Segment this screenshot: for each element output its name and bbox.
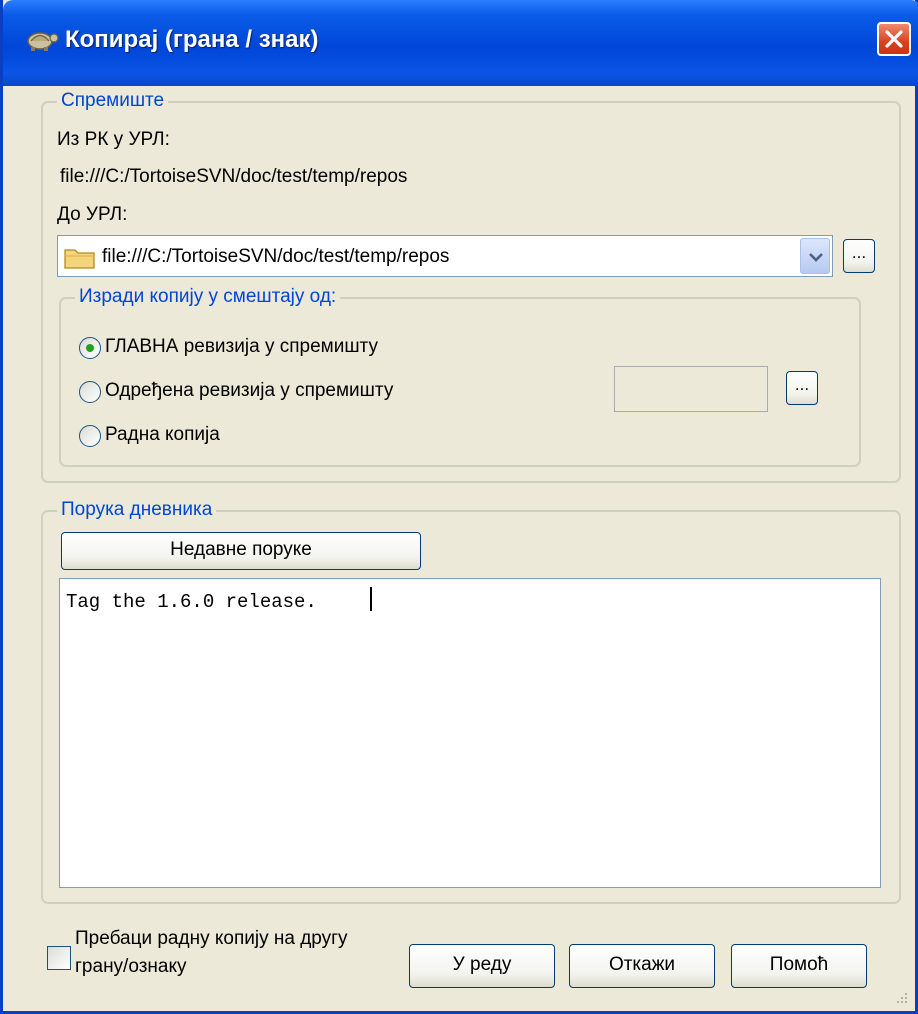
copy-dialog: Копирај (грана / знак) Спремиште Из РК у…: [0, 0, 918, 1014]
radio-selected-dot: [86, 344, 94, 352]
ok-button[interactable]: У реду: [409, 944, 555, 988]
resize-grip-icon[interactable]: [893, 989, 909, 1005]
text-caret: [370, 587, 372, 611]
radio-head-revision-label[interactable]: ГЛАВНА ревизија у спремишту: [105, 336, 378, 358]
chevron-down-icon: [809, 253, 823, 262]
radio-head-revision[interactable]: [79, 337, 101, 359]
dropdown-button[interactable]: [800, 238, 830, 274]
tortoise-icon: [27, 32, 59, 51]
cancel-button[interactable]: Откажи: [569, 944, 715, 988]
browse-url-button[interactable]: ...: [843, 239, 875, 273]
copy-source-legend: Изради копију у смештају од:: [75, 286, 341, 308]
browse-revision-button[interactable]: ...: [786, 371, 818, 405]
to-url-combobox[interactable]: file:///C:/TortoiseSVN/doc/test/temp/rep…: [57, 235, 833, 277]
switch-working-copy-label-line2[interactable]: грану/ознаку: [75, 956, 187, 978]
switch-working-copy-label-line1[interactable]: Пребаци радну копију на другу: [75, 928, 348, 950]
radio-specific-revision-label[interactable]: Одређена ревизија у спремишту: [105, 380, 393, 402]
radio-specific-revision[interactable]: [79, 381, 101, 403]
radio-working-copy-label[interactable]: Радна копија: [105, 424, 220, 446]
repository-legend: Спремиште: [57, 90, 169, 112]
title-bar[interactable]: Копирај (грана / знак): [3, 0, 918, 86]
close-button[interactable]: [877, 22, 911, 56]
radio-working-copy[interactable]: [79, 425, 101, 447]
log-message-text: Tag the 1.6.0 release.: [66, 591, 317, 613]
window-title: Копирај (грана / знак): [65, 26, 319, 53]
log-message-textarea[interactable]: Tag the 1.6.0 release.: [59, 578, 881, 888]
switch-working-copy-checkbox[interactable]: [47, 946, 71, 970]
from-url-label: Из РК у УРЛ:: [57, 129, 170, 150]
close-icon: [885, 30, 903, 48]
revision-input[interactable]: [614, 366, 768, 412]
to-url-label: До УРЛ:: [57, 204, 128, 225]
to-url-value[interactable]: file:///C:/TortoiseSVN/doc/test/temp/rep…: [102, 246, 449, 268]
folder-icon: [64, 249, 95, 269]
help-button[interactable]: Помоћ: [731, 944, 867, 988]
log-message-legend: Порука дневника: [57, 499, 217, 521]
from-url-value: file:///C:/TortoiseSVN/doc/test/temp/rep…: [60, 166, 408, 187]
recent-messages-button[interactable]: Недавне поруке: [61, 532, 421, 570]
